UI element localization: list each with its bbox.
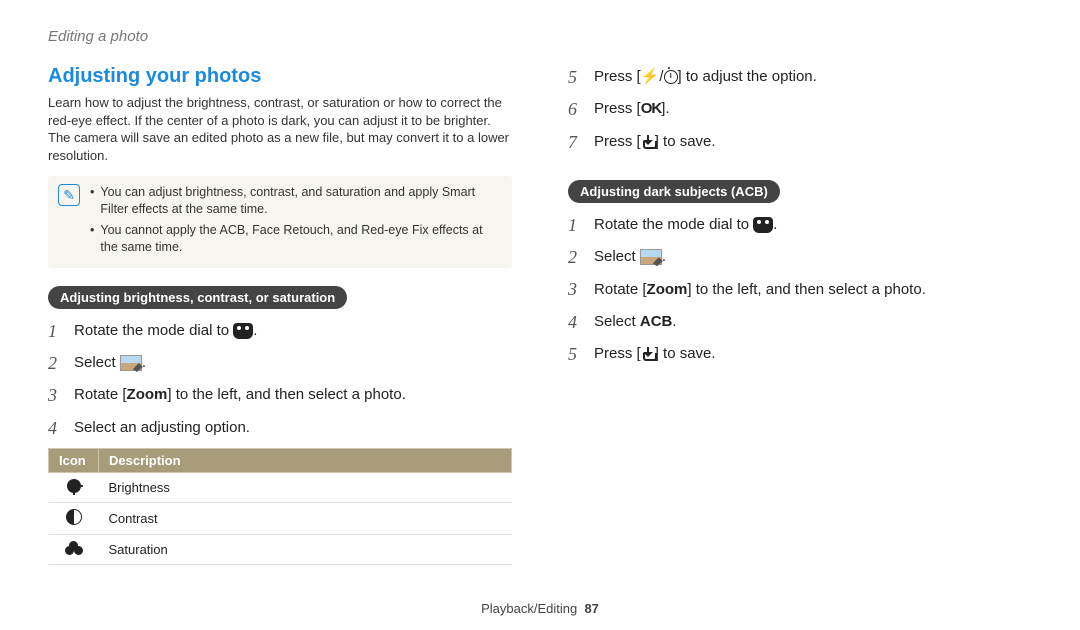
table-header-desc: Description (99, 448, 512, 472)
timer-icon (664, 70, 678, 84)
table-cell: Saturation (99, 534, 512, 564)
step-text: Select (74, 354, 120, 371)
step-number: 2 (568, 245, 584, 269)
table-row: Brightness (49, 472, 512, 502)
step-text: Press [ (594, 345, 641, 362)
page-number: 87 (584, 601, 598, 616)
note-icon: ✎ (58, 184, 80, 206)
saturation-icon (65, 541, 83, 555)
footer-section: Playback/Editing (481, 601, 577, 616)
note-box: ✎ •You can adjust brightness, contrast, … (48, 176, 512, 268)
mode-dial-icon (753, 217, 773, 233)
intro-text: Learn how to adjust the brightness, cont… (48, 94, 512, 164)
step-number: 1 (48, 319, 64, 343)
step-number: 5 (568, 65, 584, 89)
breadcrumb: Editing a photo (48, 28, 1032, 45)
note-line-1: You can adjust brightness, contrast, and… (100, 184, 502, 218)
steps-list-continued: 5 Press [⚡/] to adjust the option. 6 Pre… (568, 65, 1032, 154)
section-title: Adjusting your photos (48, 65, 512, 88)
step-number: 1 (568, 213, 584, 237)
edit-photo-icon (640, 249, 662, 265)
steps-list-acb: 1 Rotate the mode dial to . 2 Select . 3… (568, 213, 1032, 366)
step-text: Rotate [ (594, 281, 647, 298)
step-number: 4 (48, 416, 64, 440)
steps-list: 1 Rotate the mode dial to . 2 Select . 3… (48, 319, 512, 440)
step-number: 5 (568, 342, 584, 366)
ok-icon: OK (641, 99, 662, 119)
step-text: Select an adjusting option. (74, 418, 512, 438)
flash-icon: ⚡ (641, 67, 660, 87)
page-footer: Playback/Editing 87 (0, 601, 1080, 616)
subheading-pill-acb: Adjusting dark subjects (ACB) (568, 180, 780, 203)
step-number: 7 (568, 130, 584, 154)
step-text: Press [ (594, 100, 641, 117)
edit-photo-icon (120, 355, 142, 371)
table-cell: Contrast (99, 502, 512, 534)
left-column: Adjusting your photos Learn how to adjus… (48, 65, 512, 565)
step-number: 2 (48, 351, 64, 375)
table-header-icon: Icon (49, 448, 99, 472)
note-line-2: You cannot apply the ACB, Face Retouch, … (100, 222, 502, 256)
step-text: Select (594, 313, 640, 330)
mode-dial-icon (233, 323, 253, 339)
step-number: 3 (48, 383, 64, 407)
step-text: Press [ (594, 133, 641, 150)
table-row: Saturation (49, 534, 512, 564)
save-icon (641, 347, 655, 361)
step-text: Press [ (594, 68, 641, 85)
step-number: 4 (568, 310, 584, 334)
options-table: Icon Description Brightness Contrast Sat… (48, 448, 512, 565)
step-text: Select (594, 248, 640, 265)
step-number: 6 (568, 97, 584, 121)
table-cell: Brightness (99, 472, 512, 502)
right-column: 5 Press [⚡/] to adjust the option. 6 Pre… (568, 65, 1032, 565)
contrast-icon (66, 509, 82, 525)
brightness-icon (67, 479, 81, 493)
step-number: 3 (568, 277, 584, 301)
step-text: Rotate the mode dial to (74, 322, 233, 339)
save-icon (641, 135, 655, 149)
table-row: Contrast (49, 502, 512, 534)
step-text: Rotate [ (74, 386, 127, 403)
subheading-pill: Adjusting brightness, contrast, or satur… (48, 286, 347, 309)
step-text: Rotate the mode dial to (594, 216, 753, 233)
